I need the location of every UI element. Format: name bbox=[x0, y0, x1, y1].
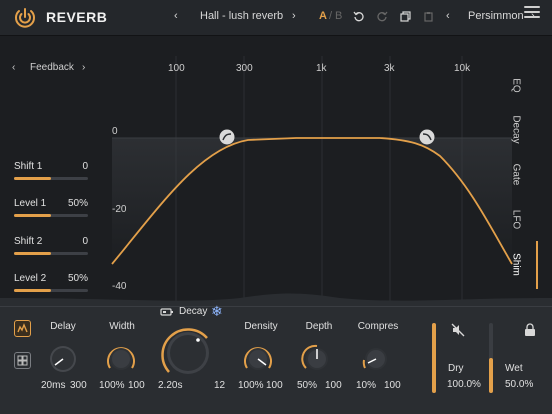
knob-value: 300 bbox=[70, 380, 87, 391]
width-knob[interactable] bbox=[105, 343, 137, 375]
battery-icon[interactable] bbox=[160, 307, 174, 317]
decay-knob[interactable] bbox=[160, 325, 216, 381]
grid-icon bbox=[17, 355, 28, 366]
param-bar[interactable] bbox=[14, 177, 88, 180]
power-icon[interactable] bbox=[14, 7, 36, 29]
lock-icon[interactable] bbox=[524, 323, 536, 337]
dry-meter-fill bbox=[432, 323, 436, 393]
mode-label[interactable]: Feedback bbox=[30, 62, 74, 73]
high-cut-handle[interactable] bbox=[419, 129, 435, 145]
knob-label: Delay bbox=[50, 321, 76, 332]
preset-prev-button[interactable]: ‹ bbox=[174, 10, 178, 22]
delay-knob[interactable] bbox=[47, 343, 79, 375]
ab-b-button[interactable]: B bbox=[335, 10, 342, 22]
freq-label: 1k bbox=[316, 63, 327, 74]
tab-gate[interactable]: Gate bbox=[511, 155, 522, 195]
param-value: 50% bbox=[67, 198, 88, 209]
mute-icon[interactable] bbox=[451, 323, 465, 337]
param-bar[interactable] bbox=[14, 289, 88, 292]
active-tab-indicator bbox=[536, 241, 538, 289]
freq-label: 100 bbox=[168, 63, 185, 74]
dry-label: Dry bbox=[448, 363, 464, 374]
mode-prev-button[interactable]: ‹ bbox=[12, 62, 15, 73]
graph-icon bbox=[17, 323, 28, 333]
compress-knob[interactable] bbox=[360, 343, 392, 375]
controls-panel: Decay ❄ Delay Width Density Depth Compre… bbox=[0, 303, 552, 414]
param-name: Shift 1 bbox=[14, 161, 43, 172]
knob-value: 100% bbox=[238, 380, 264, 391]
param-value: 0 bbox=[82, 236, 88, 247]
decay-label: Decay bbox=[179, 306, 208, 317]
param-bar[interactable] bbox=[14, 214, 88, 217]
tab-shim[interactable]: Shim bbox=[511, 245, 522, 285]
style-prev-button[interactable]: ‹ bbox=[446, 10, 450, 22]
mode-next-button[interactable]: › bbox=[82, 62, 85, 73]
param-value: 0 bbox=[82, 161, 88, 172]
knob-value: 100% bbox=[99, 380, 125, 391]
knob-label: Compres bbox=[357, 321, 399, 332]
frequency-graph[interactable]: ‹ Feedback › 100 300 1k 3k 10k 0 -20 -40… bbox=[0, 36, 552, 306]
dry-value: 100.0% bbox=[447, 379, 481, 390]
ab-separator: / bbox=[329, 10, 333, 22]
param-shift-2[interactable]: Shift 2 0 bbox=[14, 236, 88, 255]
param-bar-fill bbox=[14, 177, 51, 180]
preset-name[interactable]: Hall - lush reverb bbox=[200, 10, 283, 22]
redo-icon[interactable] bbox=[377, 11, 388, 22]
db-label: -20 bbox=[112, 204, 127, 215]
knob-label: Depth bbox=[305, 321, 333, 332]
param-level-1[interactable]: Level 1 50% bbox=[14, 198, 88, 217]
db-label: 0 bbox=[112, 126, 118, 137]
preset-next-button[interactable]: › bbox=[292, 10, 296, 22]
param-name: Shift 2 bbox=[14, 236, 43, 247]
knob-value: 2.20s bbox=[158, 380, 183, 391]
plugin-title: REVERB bbox=[46, 9, 108, 25]
param-bar-fill bbox=[14, 252, 51, 255]
freeze-icon[interactable]: ❄ bbox=[211, 303, 223, 320]
ab-a-button[interactable]: A bbox=[319, 10, 327, 22]
param-bar-fill bbox=[14, 289, 51, 292]
param-shift-1[interactable]: Shift 1 0 bbox=[14, 161, 88, 180]
paste-icon[interactable] bbox=[423, 11, 434, 22]
knob-value: 100 bbox=[266, 380, 283, 391]
freq-label: 10k bbox=[454, 63, 471, 74]
param-level-2[interactable]: Level 2 50% bbox=[14, 273, 88, 292]
top-bar: REVERB ‹ Hall - lush reverb › A / B ‹ Pe… bbox=[0, 0, 552, 36]
tab-eq[interactable]: EQ bbox=[511, 66, 522, 106]
depth-knob[interactable] bbox=[301, 343, 333, 375]
dry-meter[interactable] bbox=[432, 323, 436, 393]
param-bar-fill bbox=[14, 214, 51, 217]
param-bar[interactable] bbox=[14, 252, 88, 255]
freq-label: 3k bbox=[384, 63, 395, 74]
knob-value: 50% bbox=[297, 380, 318, 391]
wet-value: 50.0% bbox=[505, 379, 534, 390]
menu-icon[interactable] bbox=[524, 6, 540, 18]
wet-meter-fill bbox=[489, 358, 493, 393]
low-cut-handle[interactable] bbox=[219, 129, 235, 145]
knob-value: 20ms bbox=[41, 380, 66, 391]
grid-view-button[interactable] bbox=[14, 352, 31, 369]
knob-value: 100 bbox=[128, 380, 145, 391]
freq-label: 300 bbox=[236, 63, 253, 74]
style-name[interactable]: Persimmon bbox=[468, 10, 524, 22]
knob-label: Width bbox=[109, 321, 135, 332]
knob-value: 100 bbox=[325, 380, 342, 391]
tab-decay[interactable]: Decay bbox=[511, 110, 522, 150]
knob-value: 10% bbox=[356, 380, 377, 391]
wet-meter[interactable] bbox=[489, 323, 493, 393]
graph-view-button[interactable] bbox=[14, 320, 31, 337]
undo-icon[interactable] bbox=[353, 11, 364, 22]
density-knob[interactable] bbox=[242, 343, 274, 375]
copy-icon[interactable] bbox=[400, 11, 411, 22]
param-value: 50% bbox=[67, 273, 88, 284]
knob-value: 12 bbox=[214, 380, 226, 391]
tab-lfo[interactable]: LFO bbox=[511, 200, 522, 240]
wet-label: Wet bbox=[505, 363, 523, 374]
knob-label: Density bbox=[244, 321, 278, 332]
knob-value: 100 bbox=[384, 380, 401, 391]
db-label: -40 bbox=[112, 281, 127, 292]
reverb-plugin: REVERB ‹ Hall - lush reverb › A / B ‹ Pe… bbox=[0, 0, 552, 414]
